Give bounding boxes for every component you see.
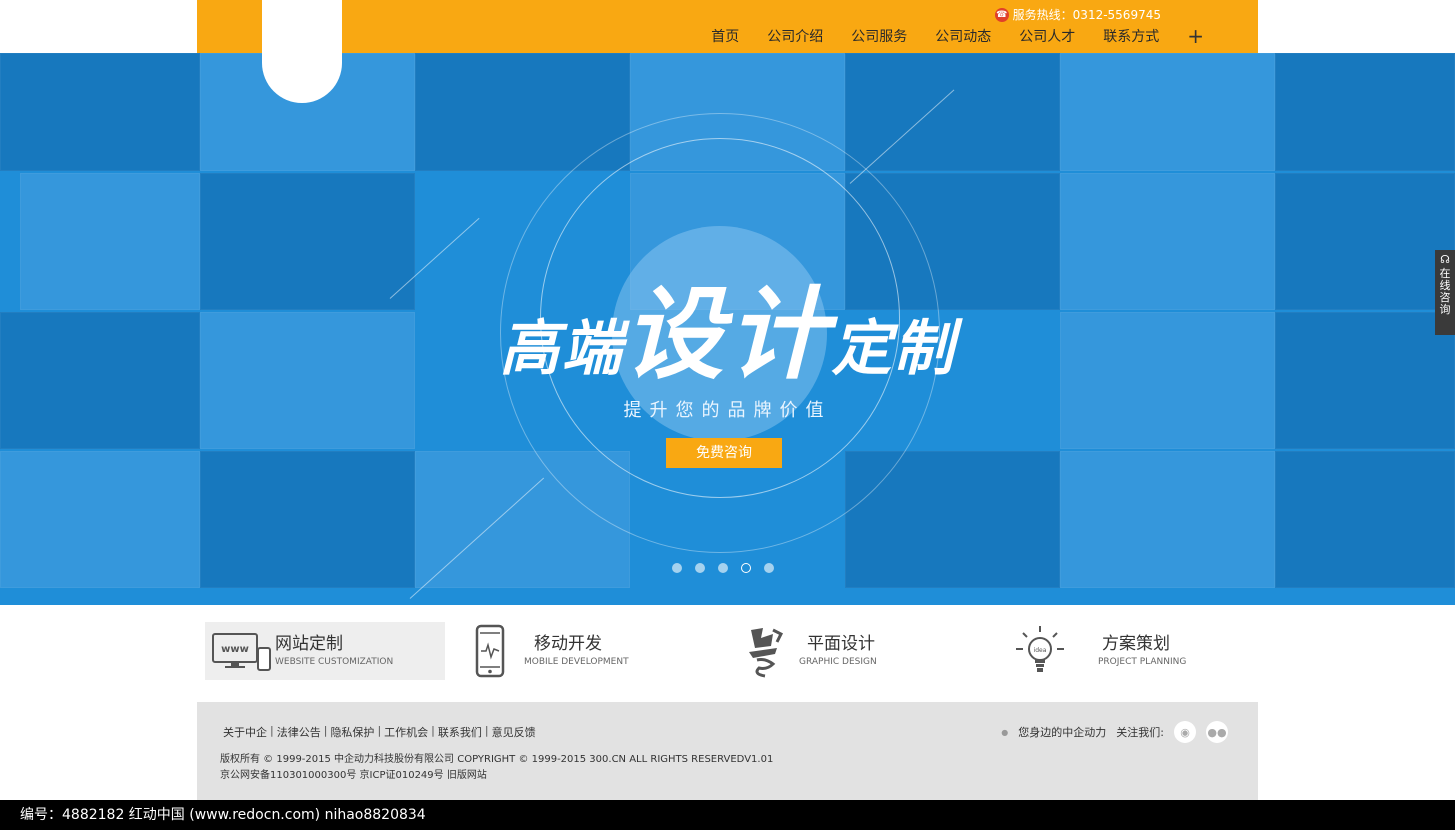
hero-subtitle: 提升您的品牌价值 [623,400,832,421]
hero-banner: 高端设计定制 提升您的品牌价值 免费咨询 ☊ 在线咨询 [0,53,1455,605]
lightbulb-idea-icon: idea [1010,622,1070,680]
copyright-line-1: 版权所有 © 1999-2015 中企动力科技股份有限公司 COPYRIGHT … [220,754,774,765]
hero-title: 高端设计定制 [0,253,1455,398]
main-nav: 首页 公司介绍 公司服务 公司动态 公司人才 联系方式 + [697,26,1204,47]
services-row: www 网站定制 WEBSITE CUSTOMIZATION 移动开发 MOBI… [205,622,1245,680]
hero-title-big: 设计 [623,276,832,393]
service-text: 平面设计 GRAPHIC DESIGN [799,634,877,668]
service-title: 平面设计 [807,634,875,654]
footer-link-contact[interactable]: 联系我们 [435,724,485,740]
footer-link-legal[interactable]: 法律公告 [274,724,324,740]
bg-tile [200,451,415,588]
hero-title-left: 高端 [499,314,624,384]
monitor-phone-icon: www [211,622,271,680]
service-title: 方案策划 [1102,634,1170,654]
service-text: 网站定制 WEBSITE CUSTOMIZATION [275,634,393,668]
svg-text:idea: idea [1034,647,1047,654]
footer-link-about[interactable]: 关于中企 [220,724,270,740]
service-subtitle: MOBILE DEVELOPMENT [524,657,629,667]
footer-link-privacy[interactable]: 隐私保护 [327,724,377,740]
bg-tile [1060,451,1275,588]
bg-tile [1275,53,1455,171]
slider-dots [672,563,774,573]
footer-link-jobs[interactable]: 工作机会 [381,724,431,740]
service-subtitle: PROJECT PLANNING [1098,657,1187,667]
phone-icon: ☎ [994,7,1009,22]
copyright-line-2[interactable]: 京公网安备110301000300号 京ICP证010249号 旧版网站 [220,766,487,781]
service-text: 移动开发 MOBILE DEVELOPMENT [524,634,629,668]
slider-dot-5[interactable] [764,563,774,573]
slider-dot-1[interactable] [672,563,682,573]
slider-dot-3[interactable] [718,563,728,573]
calligraphy-art-icon [735,622,795,680]
slider-dot-4[interactable] [741,563,751,573]
header-bar: ☎ 服务热线：0312-5569745 首页 公司介绍 公司服务 公司动态 公司… [197,0,1258,53]
follow-us: ● 您身边的中企动力 关注我们: ◉ ●● [1001,721,1228,743]
nav-item-careers[interactable]: 公司人才 [1005,27,1089,47]
service-mobile[interactable]: 移动开发 MOBILE DEVELOPMENT [460,622,660,680]
weibo-icon[interactable]: ◉ [1174,721,1196,743]
service-graphic[interactable]: 平面设计 GRAPHIC DESIGN [735,622,935,680]
bg-tile [0,451,200,588]
follow-label: 关注我们: [1116,726,1164,739]
logo-placeholder[interactable] [262,0,342,103]
free-consult-button[interactable]: 免费咨询 [666,438,782,468]
footer-links: 关于中企 | 法律公告 | 隐私保护 | 工作机会 | 联系我们 | 意见反馈 [220,724,539,740]
service-title: 移动开发 [534,634,602,654]
page: ☎ 服务热线：0312-5569745 首页 公司介绍 公司服务 公司动态 公司… [0,0,1455,830]
bg-tile [845,53,1060,171]
online-consult-label: 在线咨询 [1439,267,1451,316]
service-text: 方案策划 PROJECT PLANNING [1098,634,1186,668]
footer-link-feedback[interactable]: 意见反馈 [489,724,539,740]
nav-item-about[interactable]: 公司介绍 [753,27,837,47]
footer-tagline: 您身边的中企动力 [1018,726,1107,739]
site-footer: 关于中企 | 法律公告 | 隐私保护 | 工作机会 | 联系我们 | 意见反馈 版权所有 … [197,702,1258,800]
nav-item-services[interactable]: 公司服务 [837,27,921,47]
bullet-icon: ● [1001,727,1009,737]
service-title: 网站定制 [275,634,343,654]
hotline: ☎ 服务热线：0312-5569745 [994,6,1161,23]
bg-tile [1275,451,1455,588]
slider-dot-2[interactable] [695,563,705,573]
bg-tile [0,53,200,171]
service-subtitle: WEBSITE CUSTOMIZATION [275,657,394,667]
nav-item-news[interactable]: 公司动态 [921,27,1005,47]
headset-icon: ☊ [1440,253,1450,266]
service-website[interactable]: www 网站定制 WEBSITE CUSTOMIZATION [205,622,445,680]
service-planning[interactable]: idea 方案策划 PROJECT PLANNING [1010,622,1210,680]
online-consult-tab[interactable]: ☊ 在线咨询 [1435,250,1455,335]
hero-title-right: 定制 [831,314,956,384]
plus-icon[interactable]: + [1173,26,1204,47]
bg-tile [1060,53,1275,171]
service-subtitle: GRAPHIC DESIGN [799,657,877,667]
watermark-bar: 编号：4882182 红动中国 (www.redocn.com) nihao88… [0,800,1455,830]
nav-item-home[interactable]: 首页 [697,27,753,47]
svg-text:www: www [221,644,249,655]
hotline-label: 服务热线：0312-5569745 [1012,8,1161,22]
wechat-icon[interactable]: ●● [1206,721,1228,743]
smartphone-icon [460,622,520,680]
nav-item-contact[interactable]: 联系方式 [1089,27,1173,47]
